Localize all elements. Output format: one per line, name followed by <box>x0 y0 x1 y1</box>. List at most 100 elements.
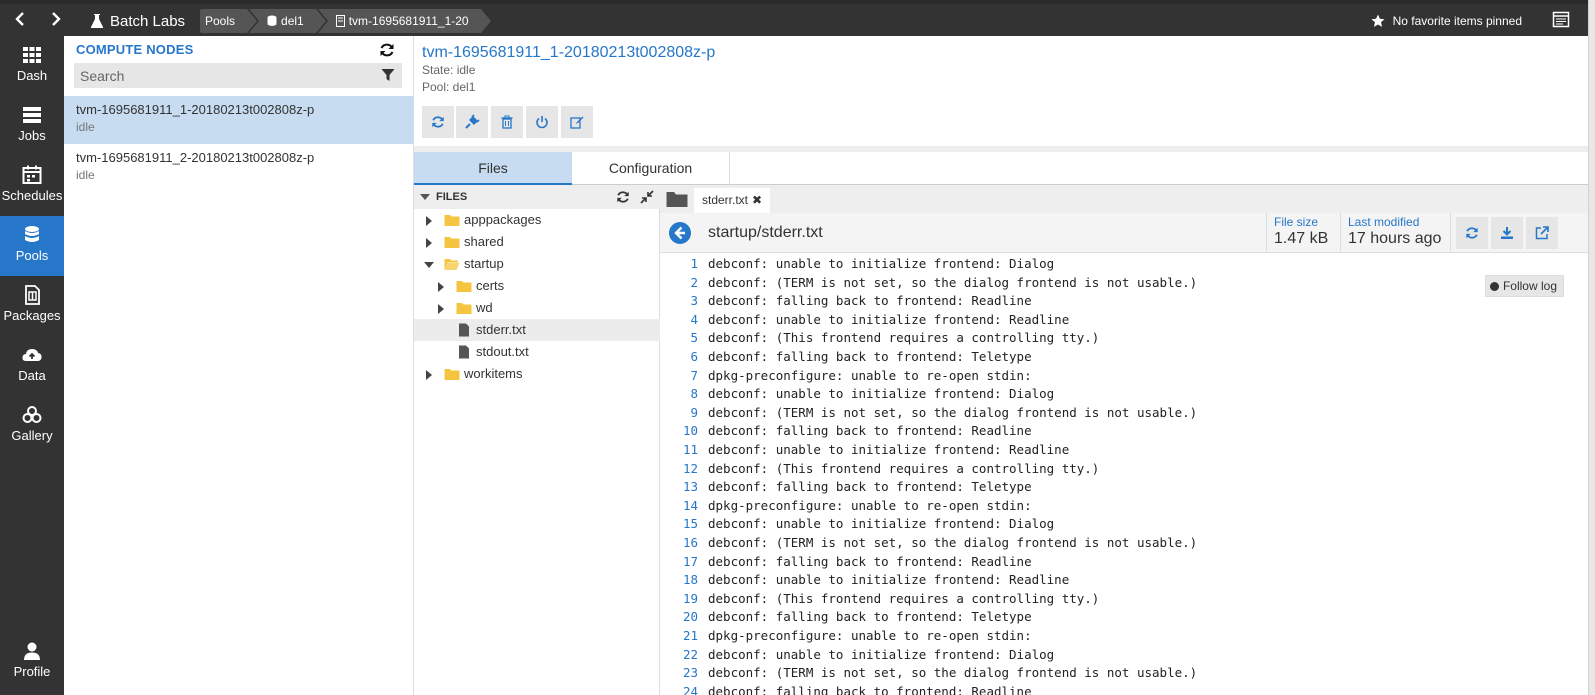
file-icon <box>459 345 469 359</box>
notepad-icon <box>1552 11 1570 28</box>
log-line: 23 debconf: (TERM is not set, so the dial… <box>660 665 1588 684</box>
search-input[interactable] <box>74 63 402 88</box>
line-text: dpkg-preconfigure: unable to re-open std… <box>708 497 1032 513</box>
line-number: 16 <box>682 535 698 550</box>
filter-icon[interactable] <box>381 68 395 82</box>
nav-item-data[interactable]: Data <box>0 336 64 396</box>
nav-item-profile[interactable]: Profile <box>0 632 64 692</box>
database-icon <box>267 15 277 26</box>
nav-item-schedules[interactable]: Schedules <box>0 156 64 216</box>
breadcrumb-node[interactable]: tvm-1695681911_1-20 <box>317 9 493 33</box>
refresh-icon[interactable] <box>616 190 630 204</box>
refresh-icon[interactable] <box>379 42 395 58</box>
folder-icon <box>456 303 472 314</box>
line-text: dpkg-preconfigure: unable to re-open std… <box>708 367 1032 383</box>
close-icon[interactable]: ✖ <box>752 193 762 207</box>
line-number: 12 <box>682 460 698 476</box>
forward-button[interactable] <box>44 10 68 32</box>
file-header: startup/stderr.txt File size 1.47 kB Las… <box>660 213 1588 253</box>
caret-down-icon <box>420 194 430 201</box>
file-content[interactable]: 1 debconf: unable to initialize frontend:… <box>660 253 1588 695</box>
jobs-icon <box>23 107 41 123</box>
refresh-button[interactable] <box>422 106 454 138</box>
line-number: 15 <box>682 516 698 532</box>
line-number: 4 <box>690 311 698 327</box>
caret-right-icon <box>438 304 444 314</box>
tree-item-startup[interactable]: startup <box>414 253 660 275</box>
window-scrollbar[interactable] <box>1588 0 1595 695</box>
notifications-button[interactable] <box>1552 10 1576 32</box>
favorites[interactable]: No favorite items pinned <box>1371 10 1522 32</box>
chevron-right-icon <box>52 12 61 26</box>
line-number: 19 <box>682 590 698 606</box>
edit-icon <box>570 116 584 129</box>
folder-icon[interactable] <box>666 190 688 208</box>
connect-button[interactable] <box>456 106 488 138</box>
line-text: debconf: unable to initialize frontend: … <box>708 442 1070 457</box>
line-text: debconf: (TERM is not set, so the dialog… <box>708 274 1198 290</box>
line-text: debconf: (TERM is not set, so the dialog… <box>708 535 1198 550</box>
log-line: 12 debconf: (This frontend requires a con… <box>660 461 1588 480</box>
tree-item-apppackages[interactable]: apppackages <box>414 209 660 231</box>
dashboard-icon <box>23 47 41 63</box>
open-external-button[interactable] <box>1526 217 1558 249</box>
caret-right-icon <box>426 238 432 248</box>
tree-item-label: wd <box>476 300 493 315</box>
reboot-button[interactable] <box>526 106 558 138</box>
last-modified-label: Last modified <box>1348 215 1420 229</box>
breadcrumb-node-label: tvm-1695681911_1-20 <box>348 14 469 28</box>
breadcrumb-pools[interactable]: Pools <box>200 9 260 33</box>
tree-item-label: stderr.txt <box>476 322 526 337</box>
caret-right-icon <box>426 370 432 380</box>
file-tabs: stderr.txt ✖ <box>660 185 1588 213</box>
tab-bar: Files Configuration <box>414 152 1588 185</box>
line-text: debconf: (This frontend requires a contr… <box>708 330 1100 346</box>
app-brand[interactable]: Batch Labs <box>90 10 185 32</box>
line-text: debconf: falling back to frontend: Telet… <box>708 349 1032 364</box>
delete-button[interactable] <box>491 106 523 138</box>
tab-configuration[interactable]: Configuration <box>572 152 730 185</box>
line-text: debconf: unable to initialize frontend: … <box>708 386 1055 402</box>
log-line: 13 debconf: falling back to frontend: Tel… <box>660 479 1588 498</box>
node-item[interactable]: tvm-1695681911_2-20180213t002808z-p idle <box>64 144 414 192</box>
folder-open-icon <box>444 259 460 270</box>
panel-title: COMPUTE NODES <box>76 42 194 57</box>
line-number: 13 <box>682 479 698 495</box>
file-size-label: File size <box>1274 215 1319 229</box>
log-line: 24 debconf: falling back to frontend: Rea… <box>660 684 1588 695</box>
tree-item-label: startup <box>464 256 504 271</box>
back-button[interactable] <box>8 10 32 32</box>
edit-button[interactable] <box>561 106 593 138</box>
arrow-left-circle-icon[interactable] <box>668 221 692 245</box>
tree-item-shared[interactable]: shared <box>414 231 660 253</box>
caret-right-icon <box>438 282 444 292</box>
tree-item-certs[interactable]: certs <box>414 275 660 297</box>
line-number: 9 <box>690 404 698 420</box>
breadcrumb-pools-label: Pools <box>205 14 236 28</box>
collapse-icon[interactable] <box>640 190 654 204</box>
line-text: debconf: (TERM is not set, so the dialog… <box>708 404 1198 420</box>
nav-item-dash[interactable]: Dash <box>0 36 64 96</box>
gallery-icon <box>22 406 42 423</box>
tree-item-workitems[interactable]: workitems <box>414 363 660 385</box>
tab-files[interactable]: Files <box>414 152 572 185</box>
refresh-file-button[interactable] <box>1456 217 1488 249</box>
tree-item-wd[interactable]: wd <box>414 297 660 319</box>
breadcrumb-pool[interactable]: del1 <box>249 9 328 33</box>
node-item[interactable]: tvm-1695681911_1-20180213t002808z-p idle <box>64 96 414 144</box>
line-text: debconf: unable to initialize frontend: … <box>708 646 1055 662</box>
batch-labs-window: Batch Labs Pools del1 tvm-1695681911_1-2… <box>0 0 1595 695</box>
log-line: 16 debconf: (TERM is not set, so the dial… <box>660 535 1588 554</box>
tree-item-stdout[interactable]: stdout.txt <box>414 341 660 363</box>
tree-item-stderr[interactable]: stderr.txt <box>414 319 660 341</box>
brand-label: Batch Labs <box>110 12 186 30</box>
nav-item-packages[interactable]: Packages <box>0 276 64 336</box>
nav-item-pools[interactable]: Pools <box>0 216 64 276</box>
star-icon <box>1371 14 1385 27</box>
node-state: idle <box>76 168 95 182</box>
follow-log-button[interactable]: Follow log <box>1484 275 1564 297</box>
nav-item-gallery[interactable]: Gallery <box>0 396 64 456</box>
file-tab-stderr[interactable]: stderr.txt ✖ <box>694 188 771 213</box>
nav-item-jobs[interactable]: Jobs <box>0 96 64 156</box>
download-button[interactable] <box>1491 217 1523 249</box>
